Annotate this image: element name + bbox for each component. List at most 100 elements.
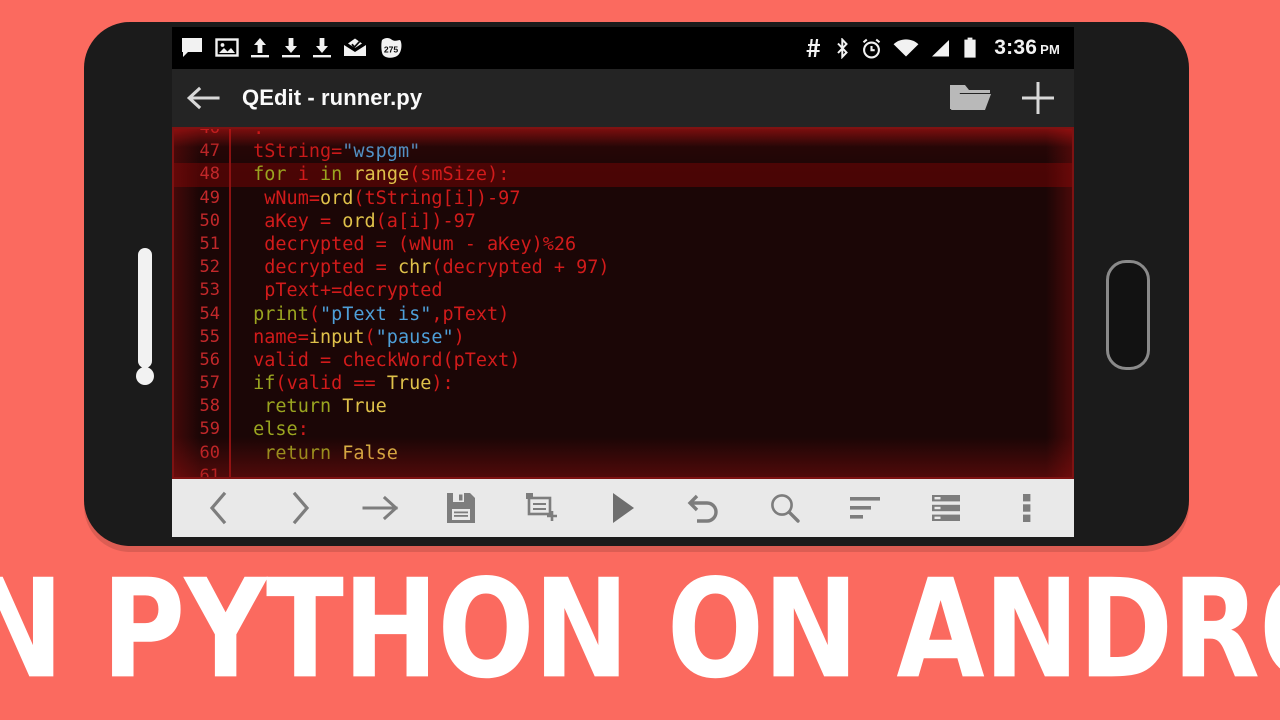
open-folder-icon[interactable] [948,81,992,115]
floppy-save-icon [447,493,476,523]
token-id: valid = checkWord(pText) [242,349,521,371]
clock-ampm: PM [1040,42,1060,57]
token-op: ( [364,326,376,348]
token-kw: print [242,303,309,325]
code-line[interactable]: 48 for i in range(smSize): [174,163,1072,187]
line-source: decrypted = chr(decrypted + 97) [242,256,610,279]
new-document-plus-icon [526,493,558,521]
list-button[interactable] [917,483,975,533]
token-op: (decrypted + 97) [431,257,610,279]
token-id: wNum= [242,187,320,209]
token-fn: range [353,164,410,186]
code-line[interactable]: 59 else: [174,418,1072,441]
indent-button[interactable] [352,483,410,533]
code-line[interactable]: 60 return False [174,442,1072,465]
token-op: : [297,419,309,441]
token-id: decrypted = [242,257,398,279]
caption-text: RUN PYTHON ON ANDROID [0,550,1280,710]
line-number: 53 [199,280,220,301]
download-icon-2 [313,38,331,58]
volume-rocker-button[interactable] [138,248,152,368]
photo-icon [215,38,239,57]
line-number: 49 [199,187,220,208]
status-bar: 275 3:36 PM [172,27,1074,69]
save-as-button[interactable] [513,483,571,533]
token-fn: ord [342,210,376,232]
search-button[interactable] [756,483,814,533]
next-button[interactable] [271,483,329,533]
alarm-icon [863,38,881,58]
format-button[interactable] [836,483,894,533]
message-icon [182,38,202,57]
save-button[interactable] [432,483,490,533]
code-line[interactable]: 51 decrypted = (wNum - aKey)%26 [174,233,1072,256]
upload-icon [251,38,269,58]
token-str: "wspgm" [342,141,421,163]
line-source: wNum=ord(tString[i])-97 [242,187,520,210]
run-button[interactable] [594,483,652,533]
code-line[interactable]: 56 valid = checkWord(pText) [174,349,1072,372]
side-round-button[interactable] [136,367,154,385]
status-bar-notifications: 275 [180,37,804,59]
line-number: 52 [199,257,220,278]
undo-button[interactable] [675,483,733,533]
gutter-divider [229,129,231,477]
token-op: ( [275,373,287,395]
line-number: 59 [199,419,220,440]
code-line[interactable]: 57 if(valid == True): [174,372,1072,395]
line-source: valid = checkWord(pText) [242,349,520,372]
token-kw: for [242,164,298,186]
line-number: 61 [199,465,220,479]
token-id: decrypted = (wNum - aKey)%26 [242,233,577,255]
token-fn: True [386,373,432,395]
code-line[interactable]: 50 aKey = ord(a[i])-97 [174,210,1072,233]
line-source: return False [242,442,398,465]
line-number: 47 [199,141,220,162]
power-button[interactable] [1106,260,1150,370]
token-id: valid == [286,373,387,395]
download-icon [282,38,300,58]
line-source: pText+=decrypted [242,279,442,302]
token-fn: chr [397,257,432,279]
code-lines[interactable]: 46 . 47 tString="wspgm" 48 for i in range(… [174,127,1072,479]
token-kw: return [242,442,343,464]
arrow-right-icon [362,495,398,521]
code-line[interactable]: 54 print("pText is",pText) [174,303,1072,326]
code-line[interactable]: 58 return True [174,395,1072,418]
more-vertical-icon [1022,494,1031,522]
code-line[interactable]: 61 [174,465,1072,479]
line-source: aKey = ord(a[i])-97 [242,210,476,233]
token-kw: return [242,396,343,418]
code-line[interactable]: 49 wNum=ord(tString[i])-97 [174,187,1072,210]
line-number: 57 [199,373,220,394]
app-bar-actions [948,78,1058,118]
plus-icon[interactable] [1018,78,1058,118]
token-kw: if [242,373,276,395]
code-line[interactable]: 46 . [174,127,1072,140]
status-bar-clock: 3:36 PM [994,36,1060,60]
token-op: (a[i])-97 [375,210,476,232]
code-line[interactable]: 53 pText+=decrypted [174,279,1072,302]
code-line[interactable]: 52 decrypted = chr(decrypted + 97) [174,256,1072,279]
line-number: 46 [199,127,220,138]
overflow-menu-button[interactable] [998,483,1056,533]
prev-button[interactable] [190,483,248,533]
code-line[interactable]: 47 tString="wspgm" [174,140,1072,163]
svg-text:275: 275 [384,45,399,55]
back-arrow-icon[interactable] [186,85,220,111]
phone-screen: 275 3:36 PM QEdit - runner.py 46 . 47 tS… [172,27,1074,537]
list-icon [932,495,961,521]
token-plain: . [242,127,265,139]
token-id: pText+=decrypted [242,280,443,302]
token-op: (smSize): [409,164,510,186]
search-icon [770,494,800,523]
line-source: for i in range(smSize): [242,163,509,186]
code-editor[interactable]: 46 . 47 tString="wspgm" 48 for i in range(… [172,127,1074,479]
line-number: 48 [199,164,220,185]
token-op: ) [453,326,465,348]
app-bar: QEdit - runner.py [172,69,1074,127]
line-number: 51 [199,233,220,254]
code-line[interactable]: 55 name=input("pause") [174,326,1072,349]
calendar-275-icon: 275 [381,38,402,58]
line-source: if(valid == True): [242,372,454,395]
